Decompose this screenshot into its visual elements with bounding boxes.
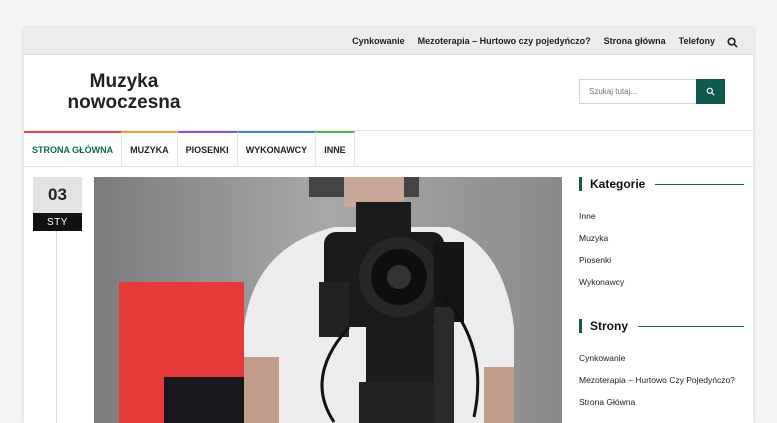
pages-widget-title: Strony (579, 319, 744, 333)
pages-title-text: Strony (590, 319, 629, 333)
search-input[interactable] (579, 79, 696, 104)
logo-line-2: nowoczesna (67, 92, 181, 113)
site-logo[interactable]: Muzyka nowoczesna (64, 71, 184, 113)
logo-line-1: Muzyka (89, 71, 159, 92)
search-form (579, 79, 725, 104)
main-nav: STRONA GŁÓWNA MUZYKA PIOSENKI WYKONAWCY … (24, 131, 753, 167)
nav-item-strona-glowna[interactable]: STRONA GŁÓWNA (24, 131, 123, 166)
categories-list: Inne Muzyka Piosenki Wykonawcy (579, 205, 744, 293)
page-link-mezoterapia[interactable]: Mezoterapia – Hurtowo Czy Pojedyńczo? (579, 369, 744, 391)
top-link-cynkowanie[interactable]: Cynkowanie (352, 36, 405, 46)
category-link-inne[interactable]: Inne (579, 205, 744, 227)
title-divider (655, 183, 744, 185)
title-divider (638, 325, 744, 327)
post-date-month: STY (33, 213, 82, 231)
top-link-telefony[interactable]: Telefony (679, 36, 715, 46)
post-date-day: 03 (33, 177, 82, 213)
sidebar: Kategorie Inne Muzyka Piosenki Wykonawcy… (579, 177, 744, 423)
nav-item-muzyka[interactable]: MUZYKA (122, 131, 178, 166)
post-date: 03 STY (33, 177, 82, 231)
post-featured-image[interactable] (94, 177, 562, 423)
top-link-mezoterapia[interactable]: Mezoterapia – Hurtowo czy pojedyńczo? (418, 36, 591, 46)
pages-list: Cynkowanie Mezoterapia – Hurtowo Czy Poj… (579, 347, 744, 413)
categories-widget-title: Kategorie (579, 177, 744, 191)
page-link-strona-glowna[interactable]: Strona Główna (579, 391, 744, 413)
categories-title-text: Kategorie (590, 177, 646, 191)
top-link-strona-glowna[interactable]: Strona główna (604, 36, 666, 46)
nav-item-inne[interactable]: INNE (316, 131, 355, 166)
site-header: Muzyka nowoczesna (24, 55, 753, 131)
timeline-divider (56, 231, 57, 423)
search-icon[interactable] (727, 35, 739, 48)
nav-item-wykonawcy[interactable]: WYKONAWCY (237, 131, 317, 166)
category-link-muzyka[interactable]: Muzyka (579, 227, 744, 249)
category-link-wykonawcy[interactable]: Wykonawcy (579, 271, 744, 293)
top-bar: Cynkowanie Mezoterapia – Hurtowo czy poj… (24, 28, 753, 55)
category-link-piosenki[interactable]: Piosenki (579, 249, 744, 271)
main-content: 03 STY Kategorie Inne Muzyka Piosenki Wy… (24, 167, 753, 423)
page-container: Cynkowanie Mezoterapia – Hurtowo czy poj… (24, 28, 753, 423)
search-icon (706, 87, 715, 96)
nav-item-piosenki[interactable]: PIOSENKI (177, 131, 238, 166)
page-link-cynkowanie[interactable]: Cynkowanie (579, 347, 744, 369)
search-button[interactable] (696, 79, 725, 104)
